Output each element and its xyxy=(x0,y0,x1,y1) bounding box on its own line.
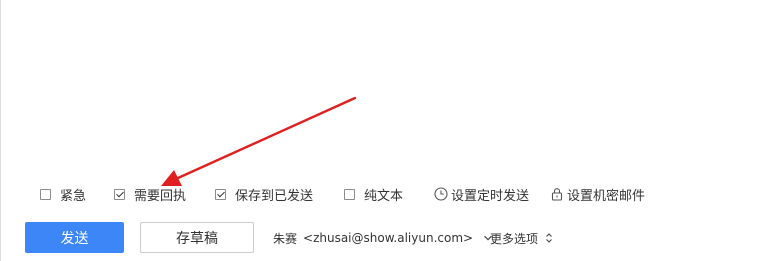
up-down-chevron-icon xyxy=(545,232,553,244)
scheduled-send-label: 设置定时发送 xyxy=(451,188,530,204)
plain-text-option[interactable]: 纯文本 xyxy=(344,185,404,204)
urgent-option[interactable]: 紧急 xyxy=(40,185,87,204)
urgent-checkbox[interactable] xyxy=(40,188,51,200)
sender-address: <zhusai@show.aliyun.com> xyxy=(303,231,474,245)
send-options-row: 紧急 需要回执 保存到已发送 纯文本 设置定时发送 设置机密邮件 xyxy=(40,185,680,204)
editor-left-border xyxy=(0,0,1,261)
plain-text-label: 纯文本 xyxy=(364,188,404,204)
more-options-label: 更多选项 xyxy=(490,231,539,246)
plain-text-checkbox[interactable] xyxy=(344,188,355,200)
more-options-toggle[interactable]: 更多选项 xyxy=(490,229,553,247)
read-receipt-label: 需要回执 xyxy=(134,188,187,204)
read-receipt-option[interactable]: 需要回执 xyxy=(114,185,187,204)
confidential-option[interactable]: 设置机密邮件 xyxy=(550,185,646,204)
lock-icon xyxy=(550,187,564,201)
save-to-sent-checkbox[interactable] xyxy=(215,188,226,200)
sender-select[interactable]: 朱赛 <zhusai@show.aliyun.com> xyxy=(273,229,493,247)
clock-icon xyxy=(434,187,448,201)
save-draft-button[interactable]: 存草稿 xyxy=(140,222,254,253)
urgent-label: 紧急 xyxy=(60,188,87,204)
compose-footer: 紧急 需要回执 保存到已发送 纯文本 设置定时发送 设置机密邮件 发送 存草稿 … xyxy=(0,0,759,261)
save-to-sent-option[interactable]: 保存到已发送 xyxy=(215,185,314,204)
send-button[interactable]: 发送 xyxy=(25,222,124,253)
read-receipt-checkbox[interactable] xyxy=(114,188,125,200)
save-to-sent-label: 保存到已发送 xyxy=(235,188,314,204)
confidential-label: 设置机密邮件 xyxy=(567,188,646,204)
sender-name: 朱赛 xyxy=(273,231,298,246)
scheduled-send-option[interactable]: 设置定时发送 xyxy=(434,185,530,204)
